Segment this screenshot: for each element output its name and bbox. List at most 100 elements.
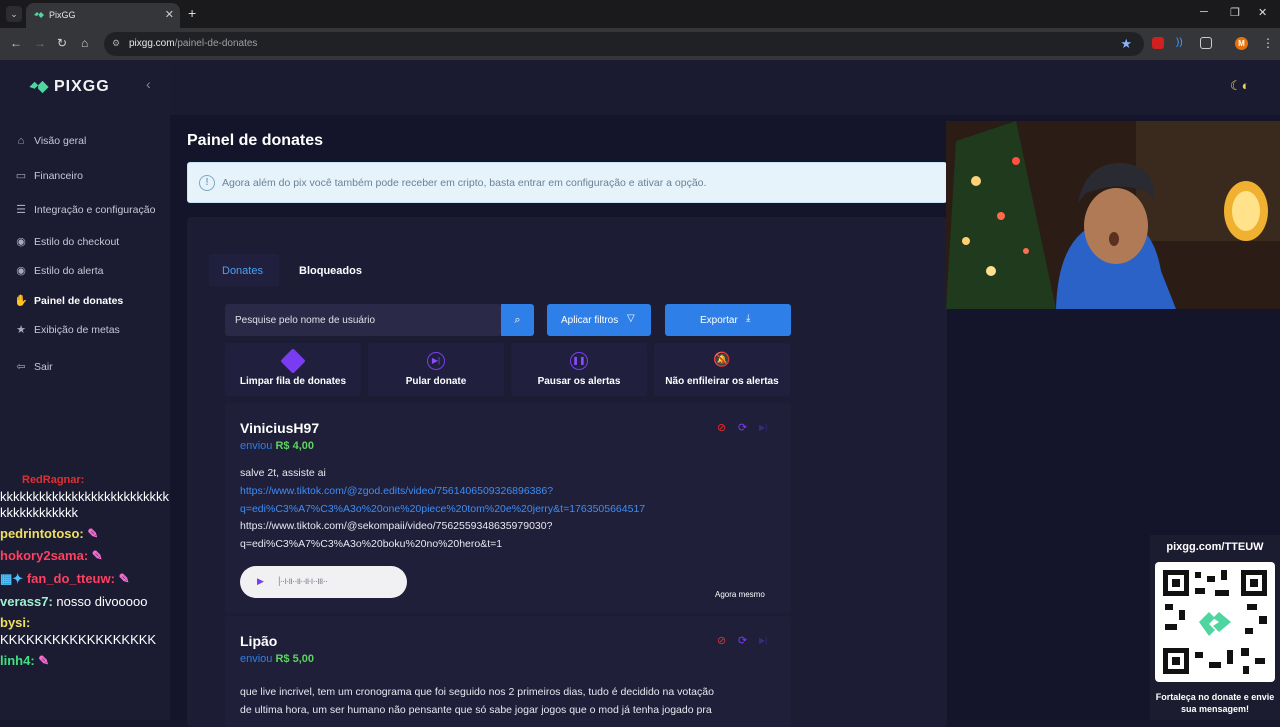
- filter-icon: ▽: [627, 313, 635, 324]
- donor-name: ViniciusH97: [240, 420, 320, 436]
- block-icon[interactable]: ⊘: [717, 634, 726, 647]
- qr-code-image: [1163, 570, 1267, 674]
- top-bar: ☾◐: [170, 60, 1280, 115]
- tab-close-icon[interactable]: ✕: [165, 8, 174, 21]
- theme-toggle-icon[interactable]: ☾◐: [1230, 78, 1250, 94]
- action-label: Não enfileirar os alertas: [665, 376, 779, 387]
- search-input[interactable]: Pesquise pelo nome de usuário: [225, 304, 501, 336]
- chat-message: KKKKKKKKKKKKKKKKKK: [0, 632, 156, 647]
- tab-search-button[interactable]: ⌄: [6, 6, 22, 22]
- search-placeholder: Pesquise pelo nome de usuário: [235, 315, 376, 326]
- donate-message-line: salve 2t, assiste ai: [240, 467, 326, 479]
- search-button[interactable]: ⌕: [501, 304, 534, 336]
- donate-time: Agora mesmo: [715, 590, 765, 599]
- brand-name: PIXGG: [54, 78, 110, 95]
- restore-icon[interactable]: ❐: [1230, 6, 1240, 19]
- profile-avatar[interactable]: M: [1235, 37, 1248, 50]
- sidebar-item-label: Estilo do checkout: [34, 236, 120, 248]
- block-icon[interactable]: ⊘: [717, 421, 726, 434]
- donate-message-line: que live incrivel, tem um cronograma que…: [240, 686, 714, 698]
- chat-user: linh4:: [0, 653, 35, 668]
- apply-filters-button[interactable]: Aplicar filtros ▽: [547, 304, 651, 336]
- browser-toolbar: ← → ↻ ⌂ ⚙ pixgg.com/painel-de-donates ★ …: [0, 28, 1280, 60]
- download-icon: ⤓: [746, 313, 751, 324]
- audio-waveform[interactable]: |··ı·ıı··ıı··ıı·ı··ııı··: [278, 576, 328, 587]
- webcam-overlay: [946, 121, 1280, 309]
- back-icon[interactable]: ←: [10, 36, 22, 50]
- chat-text: kkkkkkkkkkkk: [0, 505, 78, 520]
- no-queue-alerts-button[interactable]: 🔕 Não enfileirar os alertas: [654, 343, 790, 396]
- sidebar-item-label: Exibição de metas: [34, 324, 120, 336]
- play-icon[interactable]: ▶: [257, 576, 264, 587]
- window-close-icon[interactable]: ✕: [1258, 6, 1267, 19]
- sent-label: enviou: [240, 653, 273, 665]
- url-path: /painel-de-donates: [174, 38, 258, 49]
- sidebar-item-label: Painel de donates: [34, 295, 124, 307]
- qr-code: [1155, 562, 1275, 682]
- action-label: Pausar os alertas: [537, 376, 621, 387]
- tab-label: Donates: [222, 265, 263, 277]
- donate-hand-icon: ✋: [14, 295, 28, 307]
- webcam-image: [946, 121, 1280, 309]
- chat-text: KKKKKKKKKKKKKKKKKK: [0, 632, 157, 647]
- emote-icon: ✎: [118, 571, 130, 586]
- search-icon: ⌕: [514, 314, 521, 326]
- replay-icon[interactable]: ⟳: [738, 634, 747, 647]
- pixgg-favicon-icon: [34, 12, 44, 18]
- tab-donates[interactable]: Donates: [209, 254, 279, 286]
- browser-tab[interactable]: PixGG ✕: [26, 3, 180, 28]
- audio-player[interactable]: ▶ |··ı·ıı··ıı··ıı·ı··ııı··: [240, 566, 407, 598]
- reload-icon[interactable]: ↻: [57, 36, 67, 50]
- new-tab-icon[interactable]: +: [188, 5, 196, 21]
- chat-message: kkkkkkkkkkkk: [0, 505, 78, 520]
- forward-icon[interactable]: →: [34, 36, 46, 50]
- replay-icon[interactable]: ⟳: [738, 421, 747, 434]
- skip-icon[interactable]: ▶|: [759, 636, 767, 645]
- tab-title: PixGG: [49, 10, 76, 20]
- browser-menu-icon[interactable]: ⋮: [1262, 36, 1274, 50]
- chat-user: RedRagnar:: [22, 474, 85, 486]
- sidebar-item-label: Visão geral: [34, 135, 87, 147]
- page-title: Painel de donates: [187, 132, 324, 149]
- tab-bloqueados[interactable]: Bloqueados: [299, 265, 362, 277]
- donate-card: Lipão enviou R$ 5,00 ⊘ ⟳ ▶| que live inc…: [225, 616, 791, 727]
- donor-name: Lipão: [240, 633, 278, 649]
- qr-code-card: pixgg.com/TTEUW Fortaleça no donate e en…: [1150, 535, 1280, 720]
- extensions-puzzle-icon[interactable]: [1200, 37, 1212, 49]
- minimize-icon[interactable]: ─: [1200, 6, 1208, 18]
- export-button[interactable]: Exportar ⤓: [665, 304, 791, 336]
- chat-text: kkkkkkkkkkkkkkkkkkkkkkkkkk: [0, 489, 169, 504]
- collapse-sidebar-icon[interactable]: ‹: [146, 76, 151, 92]
- donate-message-link[interactable]: q=edi%C3%A7%C3%A3o%20one%20piece%20tom%2…: [240, 503, 645, 515]
- clear-queue-button[interactable]: Limpar fila de donates: [225, 343, 361, 396]
- site-info-icon[interactable]: ⚙: [112, 38, 120, 49]
- extension-icon[interactable]: [1152, 37, 1164, 49]
- chat-text: nosso divooooo: [56, 594, 148, 609]
- chat-message: RedRagnar:: [22, 474, 84, 486]
- palette-icon: ◉: [16, 265, 26, 277]
- palette-icon: ◉: [16, 236, 26, 248]
- donate-amount-line: enviou R$ 4,00: [240, 440, 314, 452]
- sidebar-item-label: Financeiro: [34, 170, 84, 182]
- chat-message: verass7: nosso divooooo: [0, 594, 147, 609]
- address-bar[interactable]: ⚙ pixgg.com/painel-de-donates ★: [104, 32, 1144, 56]
- bookmark-star-icon[interactable]: ★: [1120, 36, 1132, 52]
- eraser-icon: [280, 348, 306, 374]
- badge-icon: ▦✦: [0, 571, 24, 586]
- home-icon[interactable]: ⌂: [81, 36, 88, 50]
- sent-label: enviou: [240, 440, 273, 452]
- chat-message: pedrintotoso: ✎: [0, 526, 98, 542]
- donate-message-link[interactable]: https://www.tiktok.com/@zgod.edits/video…: [240, 485, 553, 497]
- skip-donate-button[interactable]: ▶| Pular donate: [368, 343, 504, 396]
- logout-icon: ⇦: [16, 361, 26, 373]
- url-text: pixgg.com/painel-de-donates: [129, 38, 257, 49]
- chat-message: ▦✦ fan_do_tteuw: ✎: [0, 571, 129, 587]
- pause-alerts-button[interactable]: ❚❚ Pausar os alertas: [511, 343, 647, 396]
- skip-icon[interactable]: ▶|: [759, 423, 767, 432]
- info-banner: ! Agora além do pix você também pode rec…: [187, 162, 947, 203]
- chat-message: hokory2sama: ✎: [0, 548, 103, 564]
- chat-message: bysi:: [0, 615, 30, 630]
- audio-extension-icon[interactable]: )): [1176, 37, 1188, 49]
- donate-amount-line: enviou R$ 5,00: [240, 653, 314, 665]
- action-label: Pular donate: [405, 376, 467, 387]
